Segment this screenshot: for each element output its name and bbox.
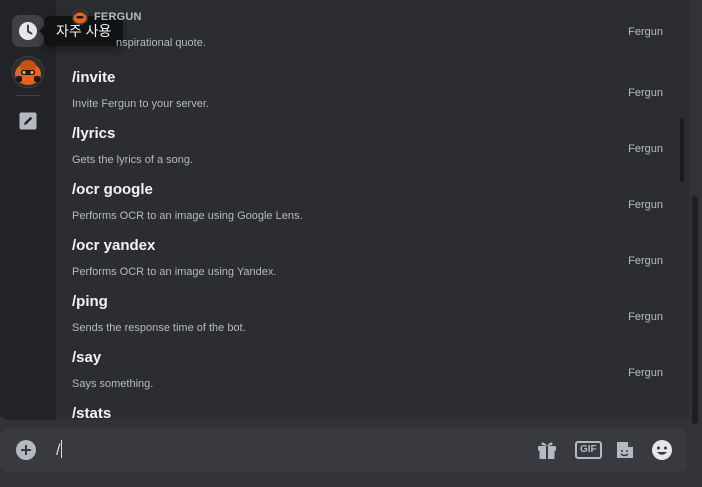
message-input-value: / xyxy=(56,442,61,459)
gift-icon xyxy=(538,442,556,459)
sticker-button[interactable] xyxy=(614,439,636,461)
command-name: /ocr yandex xyxy=(72,237,156,254)
sticker-icon xyxy=(617,442,633,458)
command-item[interactable]: /say Says something. Fergun xyxy=(56,341,682,397)
pencil-icon xyxy=(19,112,37,130)
add-attachment-icon[interactable] xyxy=(16,440,36,460)
command-source: Fergun xyxy=(628,87,663,99)
fergun-avatar-icon xyxy=(12,56,44,88)
command-source: Fergun xyxy=(628,311,663,323)
command-list-scrollbar[interactable] xyxy=(680,118,684,182)
command-item[interactable]: /ocr yandex Performs OCR to an image usi… xyxy=(56,229,682,285)
fergun-app-button[interactable] xyxy=(12,56,44,88)
clock-icon xyxy=(19,22,37,40)
command-name: /ping xyxy=(72,293,108,310)
command-description: Performs OCR to an image using Yandex. xyxy=(72,266,277,278)
command-description: Says something. xyxy=(72,378,154,390)
command-name: /say xyxy=(72,349,102,366)
command-name: /invite xyxy=(72,69,116,86)
edit-app-button[interactable] xyxy=(12,105,44,137)
command-description: Performs OCR to an image using Google Le… xyxy=(72,210,303,222)
command-description: Gets the lyrics of a song. xyxy=(72,154,194,166)
command-name: /ocr google xyxy=(72,181,153,198)
gif-icon: GIF xyxy=(575,441,602,459)
command-item[interactable]: /stats xyxy=(56,397,682,420)
command-list: FERGUN nspirational quote. Fergun /invit… xyxy=(56,0,682,420)
command-item[interactable]: /lyrics Gets the lyrics of a song. Fergu… xyxy=(56,117,682,173)
command-autocomplete-popup: 자주 사용 FERGUN nspirational quote. Fergun … xyxy=(0,0,690,420)
chat-scrollbar[interactable] xyxy=(692,196,698,424)
command-item[interactable]: /ping Sends the response time of the bot… xyxy=(56,285,682,341)
message-composer: / GIF xyxy=(0,428,687,472)
command-description: Sends the response time of the bot. xyxy=(72,322,246,334)
command-name: /lyrics xyxy=(72,125,116,142)
command-description: Invite Fergun to your server. xyxy=(72,98,209,110)
command-source: Fergun xyxy=(628,367,663,379)
command-item[interactable]: /invite Invite Fergun to your server. Fe… xyxy=(56,61,682,117)
command-name: /stats xyxy=(72,405,112,420)
command-source: Fergun xyxy=(628,143,663,155)
emoji-button[interactable] xyxy=(651,439,673,461)
command-source: Fergun xyxy=(628,255,663,267)
gif-button[interactable]: GIF xyxy=(575,439,602,461)
command-item[interactable]: /ocr google Performs OCR to an image usi… xyxy=(56,173,682,229)
command-item-quote[interactable]: nspirational quote. Fergun xyxy=(56,0,682,56)
command-description: nspirational quote. xyxy=(116,37,206,49)
message-input[interactable]: / xyxy=(56,440,63,460)
sidebar-divider xyxy=(16,95,40,96)
gift-button[interactable] xyxy=(536,439,558,461)
command-source: Fergun xyxy=(628,26,663,38)
emoji-icon xyxy=(652,440,672,460)
command-app-sidebar xyxy=(0,0,56,420)
text-caret xyxy=(61,440,63,458)
command-source: Fergun xyxy=(628,199,663,211)
